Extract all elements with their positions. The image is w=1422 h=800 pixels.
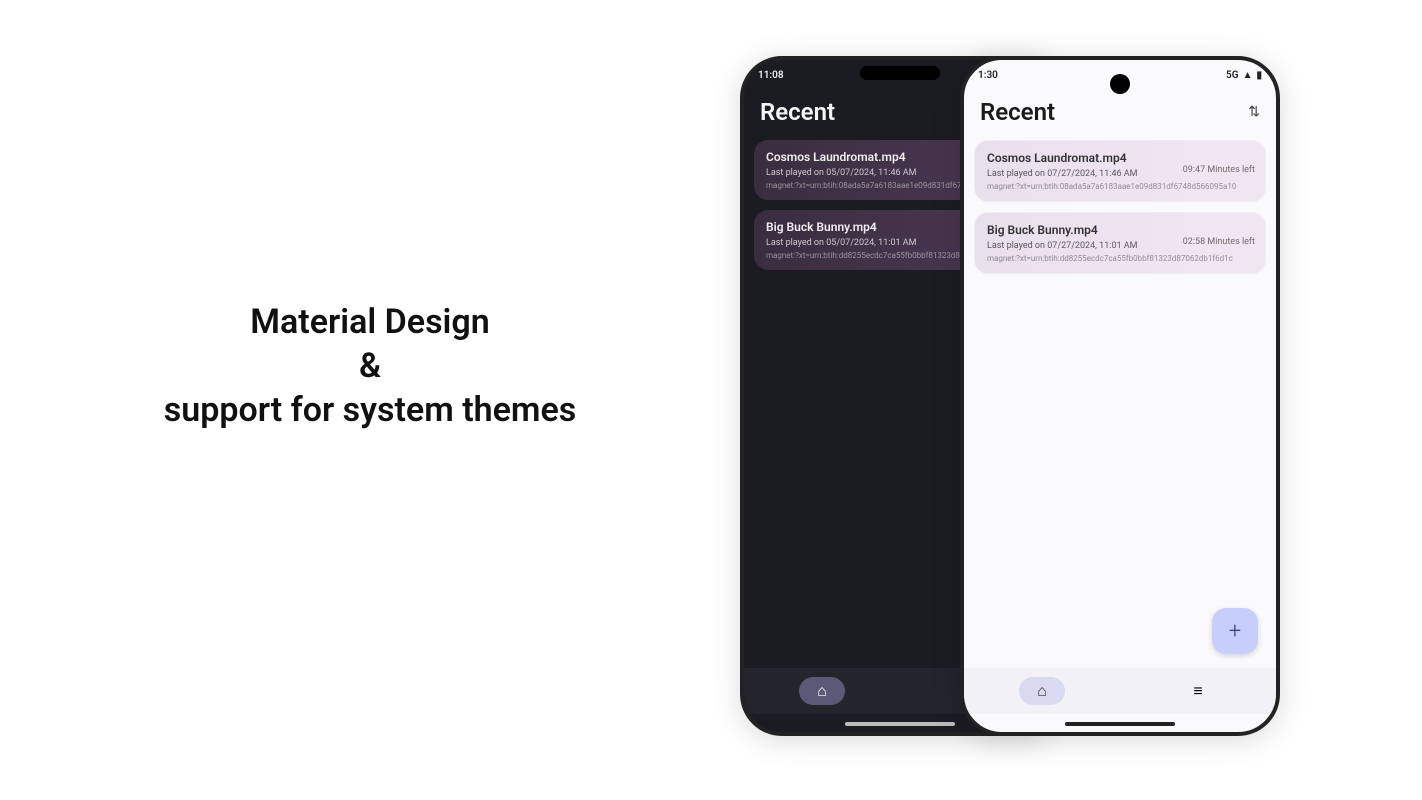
gesture-bar[interactable] (845, 722, 955, 726)
marketing-line-2: & (359, 346, 381, 386)
nav-home[interactable]: ⌂ (964, 668, 1120, 714)
page-title: Recent (980, 98, 1055, 126)
marketing-line-1: Material Design (250, 302, 489, 342)
power-button[interactable] (1278, 290, 1280, 360)
item-title: Big Buck Bunny.mp4 (987, 223, 1253, 237)
item-remaining: 02:58 Minutes left (1183, 237, 1255, 247)
status-time: 11:08 (758, 70, 784, 81)
recent-item[interactable]: Big Buck Bunny.mp4 Last played on 07/27/… (974, 212, 1266, 274)
item-title: Cosmos Laundromat.mp4 (987, 151, 1253, 165)
battery-icon: ▮ (1256, 70, 1262, 81)
phone-notch (860, 66, 940, 80)
phone-notch (1110, 74, 1130, 94)
status-net: 5G (1226, 70, 1239, 81)
marketing-copy: Material Design & support for system the… (145, 300, 595, 433)
item-source: magnet:?xt=urn:btih:08ada5a7a6183aae1e09… (987, 182, 1253, 191)
phone-light: 1:30 5G ▲ ▮ Recent ⇅ Cosmos Laundromat.m… (960, 56, 1280, 736)
recent-list: Cosmos Laundromat.mp4 Last played on 07/… (964, 140, 1276, 274)
marketing-line-3: support for system themes (164, 390, 576, 430)
nav-home[interactable]: ⌂ (744, 668, 900, 714)
add-button[interactable]: + (1212, 608, 1258, 654)
recent-item[interactable]: Cosmos Laundromat.mp4 Last played on 07/… (974, 140, 1266, 202)
status-time: 1:30 (978, 70, 998, 81)
signal-icon: ▲ (1243, 70, 1253, 81)
nav-list[interactable]: ≡ (1120, 668, 1276, 714)
page-title: Recent (760, 98, 835, 126)
sort-icon[interactable]: ⇅ (1248, 104, 1260, 120)
app-header: Recent ⇅ (964, 90, 1276, 140)
list-icon: ≡ (1193, 681, 1202, 701)
home-icon: ⌂ (1037, 681, 1047, 700)
gesture-bar[interactable] (1065, 722, 1175, 726)
plus-icon: + (1229, 619, 1241, 644)
volume-button[interactable] (1278, 220, 1280, 270)
item-remaining: 09:47 Minutes left (1183, 165, 1255, 175)
bottom-nav: ⌂ ≡ (964, 668, 1276, 714)
home-icon: ⌂ (817, 681, 827, 700)
item-source: magnet:?xt=urn:btih:dd8255ecdc7ca55fb0bb… (987, 254, 1253, 263)
